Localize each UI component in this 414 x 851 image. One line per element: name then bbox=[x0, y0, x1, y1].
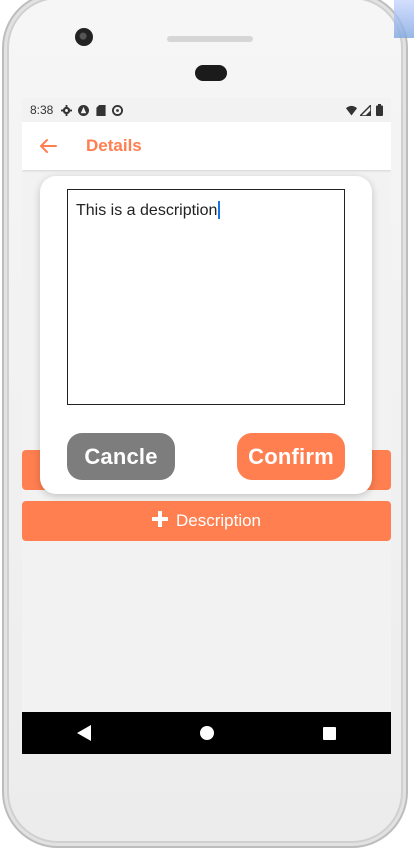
add-description-button[interactable]: Description bbox=[22, 501, 391, 541]
corner-decoration bbox=[394, 0, 414, 38]
back-triangle-icon bbox=[76, 725, 91, 741]
nav-back-button[interactable] bbox=[69, 718, 99, 748]
page-title: Details bbox=[86, 136, 142, 155]
arrow-left-icon bbox=[40, 139, 57, 153]
status-icons-right bbox=[346, 104, 385, 116]
battery-icon bbox=[374, 104, 385, 116]
status-time: 8:38 bbox=[30, 103, 54, 117]
plus-icon bbox=[151, 510, 168, 533]
home-circle-icon bbox=[199, 726, 214, 740]
wifi-icon bbox=[346, 105, 357, 116]
speaker-grille bbox=[167, 36, 253, 42]
back-button[interactable] bbox=[36, 134, 60, 158]
status-icons-left bbox=[61, 104, 124, 116]
nav-home-button[interactable] bbox=[192, 718, 222, 748]
signal-icon bbox=[360, 104, 371, 116]
recents-square-icon bbox=[323, 726, 336, 740]
earpiece bbox=[195, 65, 227, 81]
screen: 8:38 Details Description This is a descr… bbox=[22, 98, 391, 754]
gear-icon bbox=[61, 104, 73, 116]
text-cursor bbox=[218, 201, 221, 219]
description-textarea[interactable]: This is a description bbox=[67, 189, 345, 405]
app-bar: Details bbox=[22, 122, 391, 170]
description-text: This is a description bbox=[76, 202, 218, 219]
sd-card-icon bbox=[95, 104, 106, 116]
sync-icon bbox=[112, 104, 124, 116]
confirm-button[interactable]: Confirm bbox=[237, 433, 345, 480]
status-bar: 8:38 bbox=[22, 98, 391, 122]
add-description-label: Description bbox=[175, 511, 262, 530]
description-dialog: This is a description Cancle Confirm bbox=[40, 176, 372, 494]
android-icon bbox=[78, 104, 90, 116]
cancel-button[interactable]: Cancle bbox=[67, 433, 175, 480]
front-camera bbox=[75, 28, 93, 46]
system-nav-bar bbox=[22, 712, 391, 754]
nav-recents-button[interactable] bbox=[315, 718, 345, 748]
